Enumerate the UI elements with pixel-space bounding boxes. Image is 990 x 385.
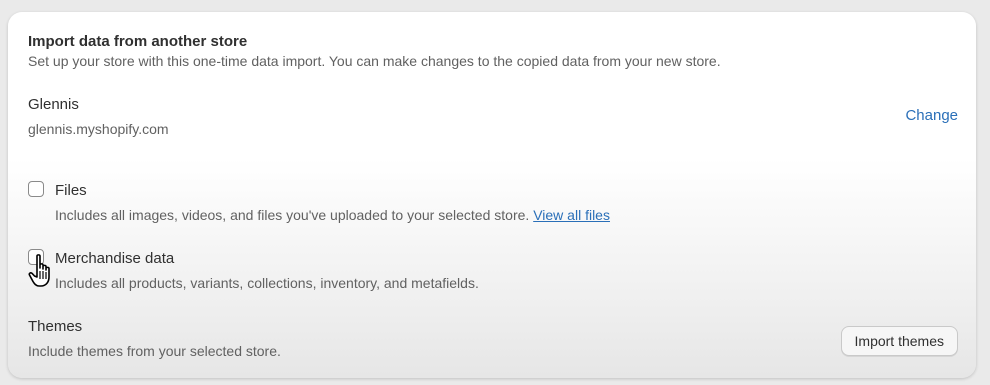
view-all-files-link[interactable]: View all files (533, 207, 610, 223)
store-name: Glennis (28, 96, 79, 113)
import-data-card: Import data from another store Set up yo… (8, 12, 976, 378)
files-label: Files (55, 182, 87, 199)
change-store-link[interactable]: Change (905, 107, 958, 124)
section-subtitle: Set up your store with this one-time dat… (28, 53, 721, 69)
section-title: Import data from another store (28, 33, 248, 50)
files-description: Includes all images, videos, and files y… (55, 207, 530, 223)
merchandise-description: Includes all products, variants, collect… (55, 275, 479, 291)
files-checkbox[interactable] (28, 181, 44, 197)
themes-description: Include themes from your selected store. (28, 343, 281, 359)
files-description-row: Includes all images, videos, and files y… (55, 207, 610, 223)
merchandise-label: Merchandise data (55, 250, 175, 267)
import-themes-button[interactable]: Import themes (840, 326, 958, 356)
hand-cursor-icon (28, 254, 50, 287)
store-url: glennis.myshopify.com (28, 121, 169, 137)
themes-label: Themes (28, 318, 83, 335)
